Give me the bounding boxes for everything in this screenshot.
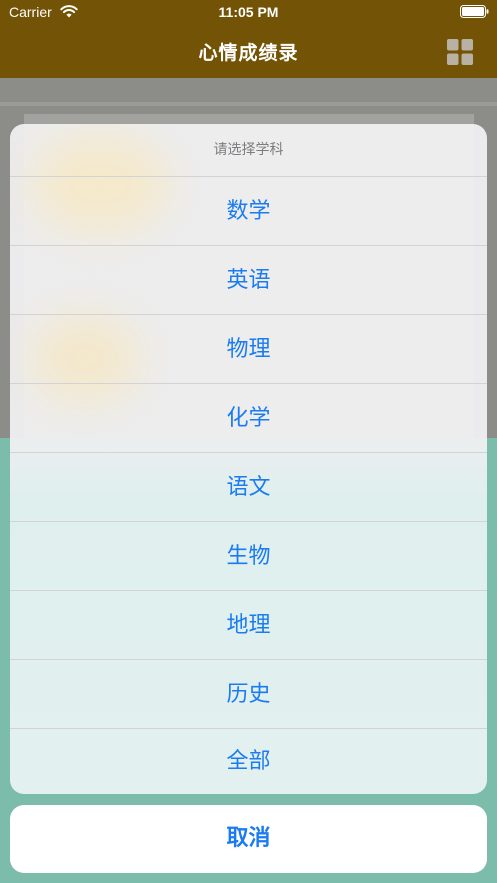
status-bar: Carrier 11:05 PM <box>0 0 497 24</box>
option-chinese[interactable]: 语文 <box>10 453 487 522</box>
top-bar: Carrier 11:05 PM 心情成绩录 <box>0 0 497 78</box>
subject-action-sheet: 请选择学科 数学 英语 物理 化学 语文 生物 地理 历史 全部 <box>10 124 487 794</box>
cancel-button[interactable]: 取消 <box>10 805 487 873</box>
option-history[interactable]: 历史 <box>10 660 487 729</box>
option-english[interactable]: 英语 <box>10 246 487 315</box>
battery-icon <box>460 5 489 18</box>
content-divider <box>0 102 497 106</box>
option-all[interactable]: 全部 <box>10 729 487 794</box>
nav-title: 心情成绩录 <box>198 42 299 64</box>
option-math[interactable]: 数学 <box>10 177 487 246</box>
option-physics[interactable]: 物理 <box>10 315 487 384</box>
option-geography[interactable]: 地理 <box>10 591 487 660</box>
option-chemistry[interactable]: 化学 <box>10 384 487 453</box>
status-time: 11:05 PM <box>218 4 279 20</box>
grid-icon[interactable] <box>447 39 473 65</box>
option-biology[interactable]: 生物 <box>10 522 487 591</box>
sheet-title: 请选择学科 <box>10 124 487 177</box>
